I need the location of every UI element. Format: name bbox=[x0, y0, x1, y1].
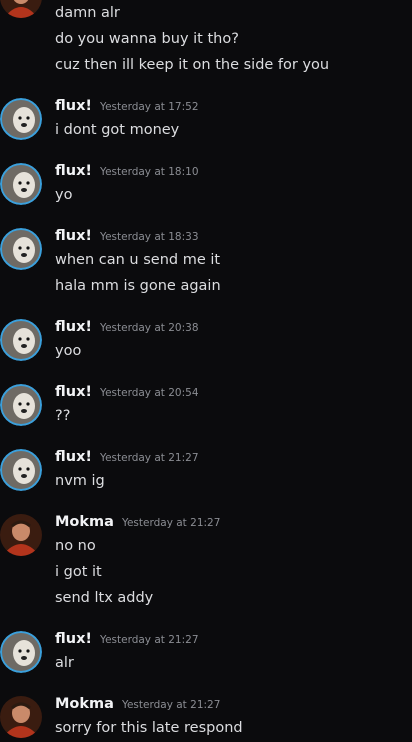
timestamp: Yesterday at 21:27 bbox=[121, 699, 221, 711]
timestamp: Yesterday at 18:10 bbox=[100, 166, 199, 178]
message-text: hala mm is gone again bbox=[55, 278, 221, 294]
author-name[interactable]: Mokma bbox=[55, 696, 114, 712]
timestamp: Yesterday at 21:27 bbox=[121, 517, 221, 529]
flux-avatar[interactable] bbox=[0, 384, 42, 426]
author-name[interactable]: flux! bbox=[55, 98, 92, 114]
timestamp: Yesterday at 18:33 bbox=[100, 231, 199, 243]
flux-avatar[interactable] bbox=[0, 449, 42, 491]
timestamp: Yesterday at 21:27 bbox=[100, 452, 199, 464]
message-text: i dont got money bbox=[55, 122, 180, 138]
timestamp: Yesterday at 20:54 bbox=[100, 387, 199, 399]
flux-avatar[interactable] bbox=[0, 319, 42, 361]
mokma-avatar[interactable] bbox=[0, 514, 42, 556]
message-text: ?? bbox=[55, 408, 71, 424]
message-text: do you wanna buy it tho? bbox=[55, 31, 239, 47]
author-name[interactable]: flux! bbox=[55, 228, 92, 244]
mokma-avatar[interactable] bbox=[0, 0, 42, 18]
message-text: yoo bbox=[55, 343, 82, 359]
message-text: alr bbox=[55, 655, 74, 671]
timestamp: Yesterday at 20:38 bbox=[100, 322, 199, 334]
author-name[interactable]: flux! bbox=[55, 384, 92, 400]
author-name[interactable]: Mokma bbox=[55, 514, 114, 530]
message-text: sorry for this late respond bbox=[55, 720, 243, 736]
author-name[interactable]: flux! bbox=[55, 449, 92, 465]
message-text: send ltx addy bbox=[55, 590, 154, 606]
flux-avatar[interactable] bbox=[0, 163, 42, 205]
message-text: damn alr bbox=[55, 5, 120, 21]
author-name[interactable]: flux! bbox=[55, 163, 92, 179]
flux-avatar[interactable] bbox=[0, 631, 42, 673]
message-text: nvm ig bbox=[55, 473, 105, 489]
flux-avatar[interactable] bbox=[0, 228, 42, 270]
timestamp: Yesterday at 17:52 bbox=[100, 101, 199, 113]
message-text: yo bbox=[55, 187, 73, 203]
message-text: when can u send me it bbox=[55, 252, 221, 268]
author-name[interactable]: flux! bbox=[55, 631, 92, 647]
message-text: i got it bbox=[55, 564, 102, 580]
flux-avatar[interactable] bbox=[0, 98, 42, 140]
author-name[interactable]: flux! bbox=[55, 319, 92, 335]
message-text: no no bbox=[55, 538, 96, 554]
message-text: cuz then ill keep it on the side for you bbox=[55, 57, 330, 73]
timestamp: Yesterday at 21:27 bbox=[100, 634, 199, 646]
message-list: damn alr do you wanna buy it tho? cuz th… bbox=[0, 0, 412, 742]
mokma-avatar[interactable] bbox=[0, 696, 42, 738]
